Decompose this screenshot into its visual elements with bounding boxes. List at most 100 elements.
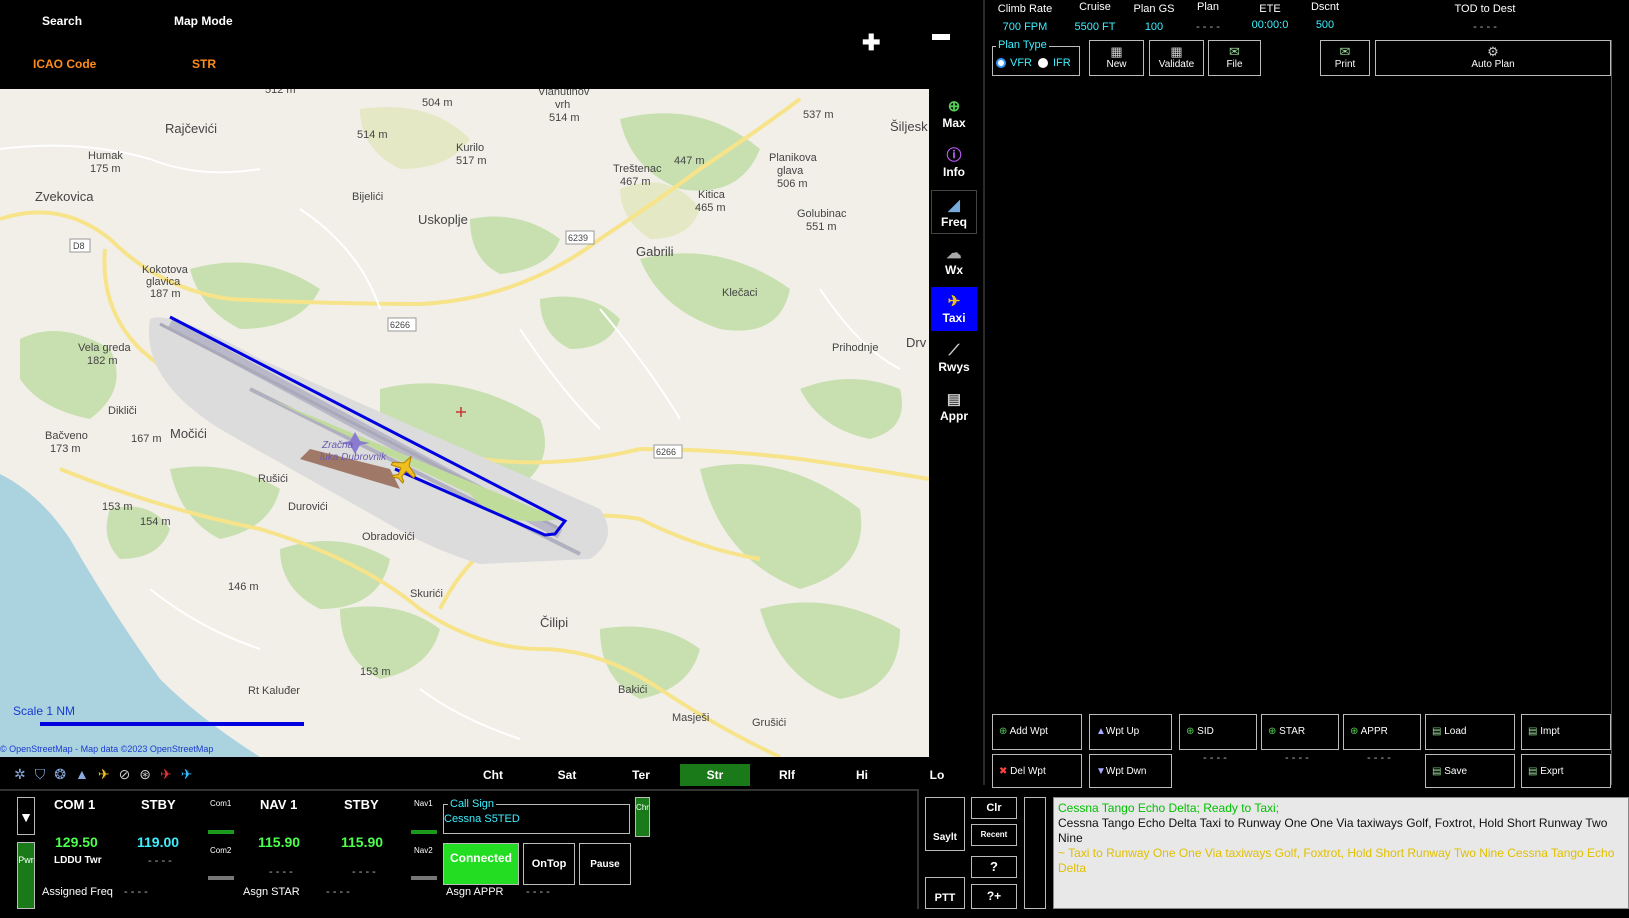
svg-text:517 m: 517 m <box>456 155 487 167</box>
map-tab-cht[interactable]: Cht <box>463 764 523 786</box>
zoom-in-icon[interactable]: ✚ <box>862 30 880 56</box>
tool-appr[interactable]: ▤ Appr <box>931 385 977 429</box>
assigned-appr-label: Asgn APPR <box>446 886 504 898</box>
connected-button[interactable]: Connected <box>443 843 519 885</box>
import-button[interactable]: ▤ Impt <box>1521 714 1611 750</box>
export-button[interactable]: ▤ Exprt <box>1521 754 1611 788</box>
icao-code-label[interactable]: ICAO Code <box>33 57 96 71</box>
clear-button[interactable]: Clr <box>971 797 1017 819</box>
svg-text:Zvekovica: Zvekovica <box>35 189 94 204</box>
help-plus-button[interactable]: ?+ <box>971 884 1017 909</box>
chr-toggle[interactable]: Chr <box>635 797 650 837</box>
svg-text:146 m: 146 m <box>228 581 259 593</box>
map-tab-hi[interactable]: Hi <box>832 764 892 786</box>
nav1-active-frequency[interactable]: 115.90 <box>258 834 300 850</box>
nav-standby-frequency[interactable]: 115.90 <box>341 834 383 850</box>
icao-code-value[interactable]: STR <box>192 57 216 71</box>
tool-wx[interactable]: ☁ Wx <box>931 239 977 283</box>
map-mode-button[interactable]: Map Mode <box>174 14 233 28</box>
comms-scrollbar[interactable] <box>1024 797 1046 909</box>
print-button[interactable]: ✉ Print <box>1320 40 1370 76</box>
star-value: - - - - <box>1285 752 1309 764</box>
waypoint-up-button[interactable]: ▲Wpt Up <box>1089 714 1172 750</box>
map-view[interactable]: Rajčevići Humak 175 m Zvekovica Bijelići… <box>0 89 929 757</box>
tool-max[interactable]: ⊕ Max <box>931 92 977 136</box>
help-button[interactable]: ? <box>971 856 1017 878</box>
map-tab-ter[interactable]: Ter <box>611 764 671 786</box>
map-tab-rlf[interactable]: Rlf <box>757 764 817 786</box>
flight-plan-panel: Climb Rate 700 FPM Cruise 5500 FT Plan G… <box>983 0 1611 788</box>
info-icon: ⓘ <box>946 147 962 164</box>
collapse-arrow-icon[interactable]: ▼ <box>17 797 35 835</box>
tool-taxi[interactable]: ✈ Taxi <box>931 287 977 331</box>
tod-to-dest-label: TOD to Dest <box>1454 3 1516 15</box>
print-label: Print <box>1334 59 1356 70</box>
validate-button[interactable]: ▦ Validate <box>1149 40 1204 76</box>
svg-text:Vlahutinov: Vlahutinov <box>538 89 590 98</box>
push-to-talk-button[interactable]: PTT <box>925 877 965 909</box>
new-plan-button[interactable]: ▦ New <box>1089 40 1144 76</box>
auto-plan-button[interactable]: ⚙ Auto Plan <box>1375 40 1611 76</box>
map-tab-lo[interactable]: Lo <box>907 764 967 786</box>
sid-button[interactable]: ⊕ SID <box>1179 714 1257 750</box>
cruise-label: Cruise <box>1079 1 1111 13</box>
airspace-icon[interactable]: ⊛ <box>139 766 160 782</box>
com1-active-frequency[interactable]: 129.50 <box>55 834 98 850</box>
ifr-radio[interactable] <box>1038 58 1048 68</box>
svg-text:167 m: 167 m <box>131 433 162 445</box>
svg-text:551 m: 551 m <box>806 221 837 233</box>
recent-button[interactable]: Recent <box>971 824 1017 846</box>
save-button[interactable]: ▤ Save <box>1425 754 1515 788</box>
zoom-out-icon[interactable] <box>932 34 950 40</box>
power-toggle[interactable]: Pwr <box>17 842 35 909</box>
heliport-icon[interactable]: ⊘ <box>119 766 140 782</box>
call-sign-field[interactable]: Call Sign Cessna S5TED <box>443 798 630 834</box>
delete-waypoint-button[interactable]: ✖ Del Wpt <box>992 754 1082 788</box>
add-waypoint-button[interactable]: ⊕ Add Wpt <box>992 714 1082 750</box>
say-it-button[interactable]: Saylt <box>925 797 965 851</box>
svg-text:6266: 6266 <box>390 320 410 330</box>
vfr-radio[interactable] <box>996 58 1006 68</box>
map-scale-label: Scale 1 NM <box>13 704 76 718</box>
airport-icon[interactable]: ✈ <box>98 766 119 782</box>
appr-button[interactable]: ⊕ APPR <box>1343 714 1421 750</box>
new-document-icon: ▦ <box>1110 44 1123 59</box>
load-label: Load <box>1444 726 1467 737</box>
svg-text:Čilipi: Čilipi <box>540 615 568 630</box>
waypoint-triangle-icon[interactable]: ▲ <box>75 766 98 782</box>
ndb-icon[interactable]: ⛉ <box>35 766 55 782</box>
map-tab-str[interactable]: Str <box>680 764 750 786</box>
search-button[interactable]: Search <box>42 14 82 28</box>
tool-info[interactable]: ⓘ Info <box>931 141 977 185</box>
cruise-value[interactable]: 5500 FT <box>1065 21 1125 33</box>
star-button[interactable]: ⊕ STAR <box>1261 714 1339 750</box>
waypoint-down-button[interactable]: ▼Wpt Dwn <box>1089 754 1172 788</box>
atc-message-log[interactable]: Cessna Tango Echo Delta; Ready to Taxi; … <box>1053 797 1629 909</box>
com2-select-bar[interactable] <box>208 876 234 880</box>
map-tab-sat[interactable]: Sat <box>537 764 597 786</box>
load-button[interactable]: ▤ Load <box>1425 714 1515 750</box>
tool-rwys[interactable]: ⟋ Rwys <box>931 336 977 380</box>
traffic-icon[interactable]: ✈ <box>160 766 181 782</box>
dscnt-value[interactable]: 500 <box>1295 19 1355 31</box>
com-standby-frequency[interactable]: 119.00 <box>137 834 179 850</box>
nav1-select-bar[interactable] <box>411 830 437 834</box>
map-layer-icons[interactable]: ✲⛉❂▲✈⊘⊛✈✈ <box>14 766 202 783</box>
nav2-select-bar[interactable] <box>411 876 437 880</box>
vor-icon[interactable]: ✲ <box>14 766 35 782</box>
on-top-button[interactable]: OnTop <box>523 843 575 885</box>
ete-value: 00:00:0 <box>1251 19 1289 31</box>
call-sign-value[interactable]: Cessna S5TED <box>444 813 520 825</box>
tool-info-label: Info <box>943 165 965 179</box>
tool-taxi-label: Taxi <box>942 311 966 325</box>
svg-text:Rt Kaluđer: Rt Kaluđer <box>248 685 300 697</box>
fix-icon[interactable]: ❂ <box>54 766 75 782</box>
pause-button[interactable]: Pause <box>579 843 631 885</box>
tool-freq[interactable]: ◢ Freq <box>931 190 977 234</box>
plan-gs-value[interactable]: 100 <box>1124 21 1184 33</box>
file-plan-button[interactable]: ✉ File <box>1208 40 1261 76</box>
com1-select-bar[interactable] <box>208 830 234 834</box>
aircraft-icon[interactable]: ✈ <box>181 766 202 782</box>
com-standby-station: - - - - <box>148 855 172 867</box>
climb-rate-value[interactable]: 700 FPM <box>995 21 1055 33</box>
